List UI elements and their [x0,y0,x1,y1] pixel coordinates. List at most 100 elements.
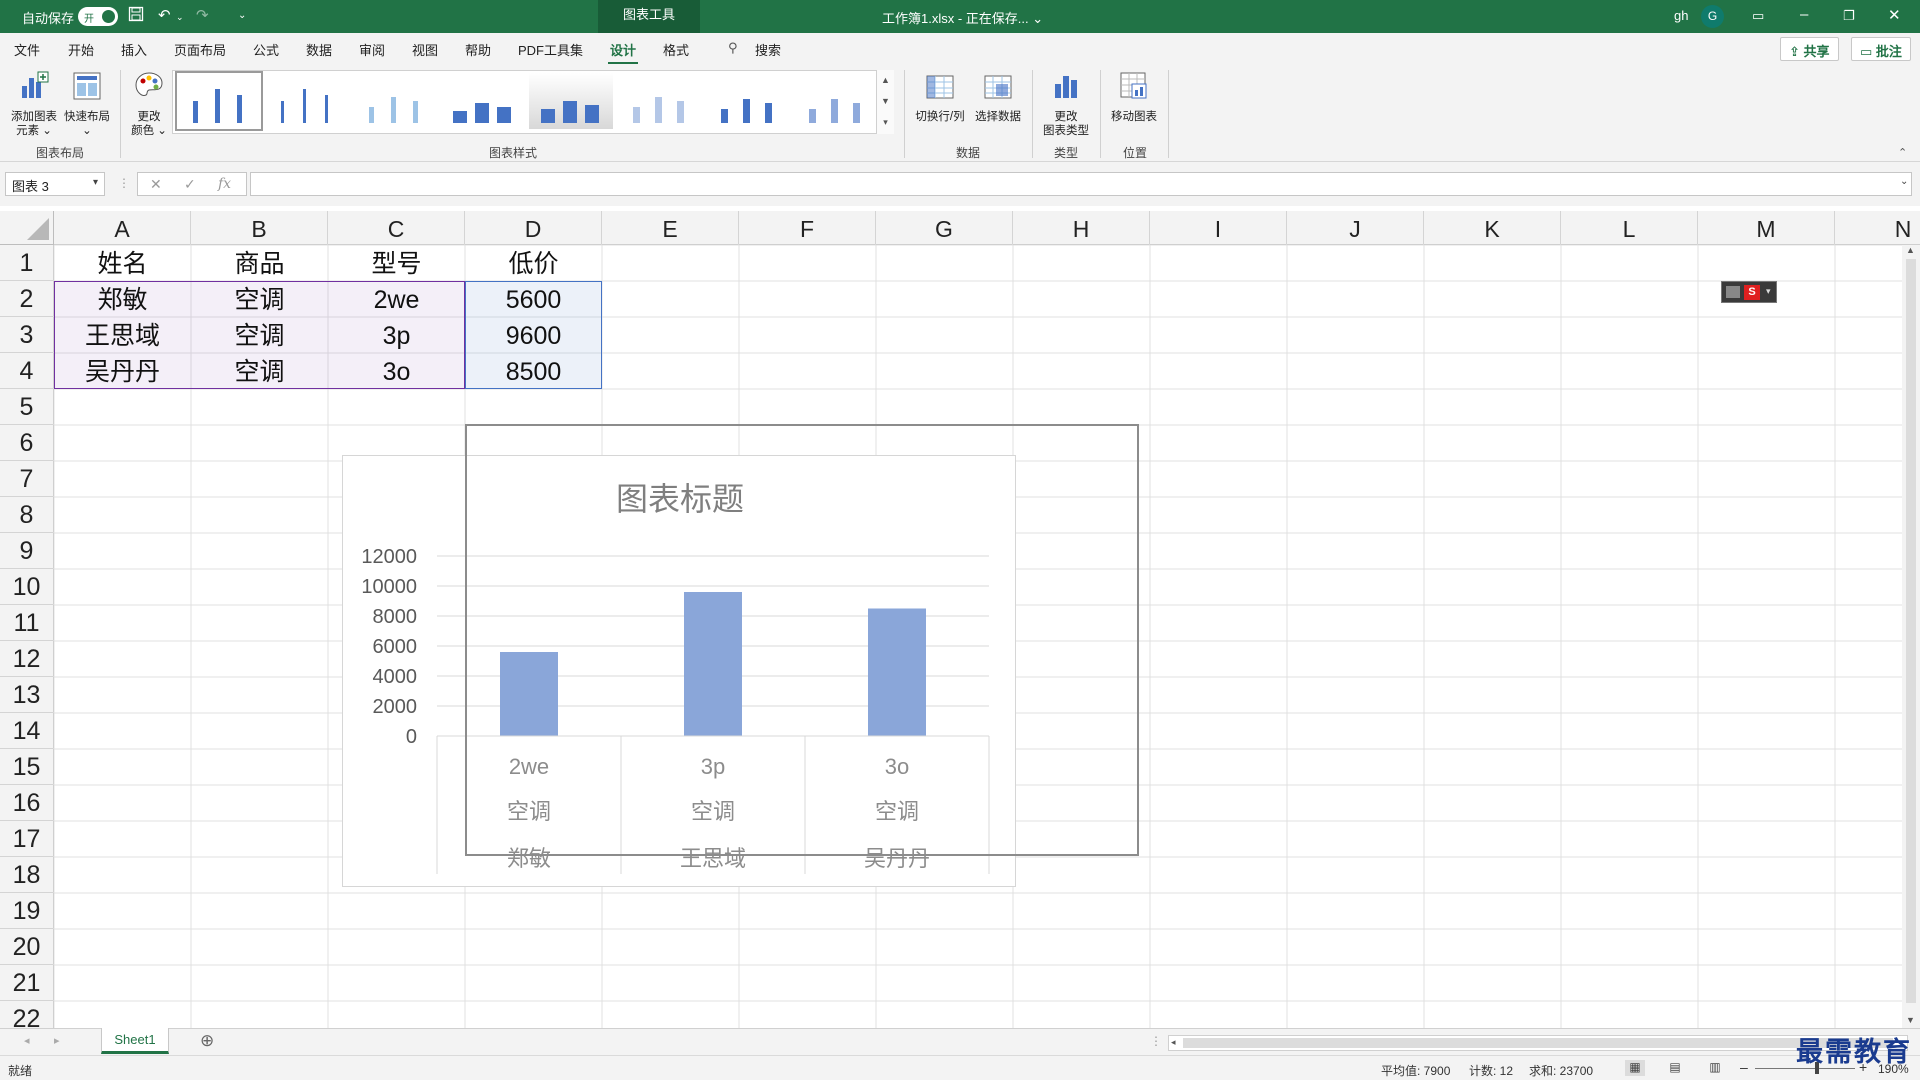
expand-formula-bar-icon[interactable]: ⌄ [1900,176,1908,187]
tab-splitter-icon[interactable]: ⋮ [1150,1034,1162,1048]
category-label[interactable]: 吴丹丹 [864,846,930,871]
cell-a4[interactable]: 吴丹丹 [54,353,191,389]
splitter-icon[interactable]: ⋮ [118,176,130,190]
page-layout-view-icon[interactable]: ▤ [1665,1060,1685,1076]
tab-pdf-tools[interactable]: PDF工具集 [518,40,583,59]
scroll-up-icon[interactable]: ▲ [1906,245,1915,255]
quick-layout-button[interactable]: 快速布局 ⌄ [62,70,112,138]
tab-format[interactable]: 格式 [663,40,689,59]
avatar[interactable]: G [1701,5,1724,28]
zoom-out-icon[interactable]: – [1740,1059,1748,1075]
chart-style-4[interactable] [441,73,525,129]
cell-b2[interactable]: 空调 [191,281,328,317]
customize-qat-icon[interactable]: ⌄ [238,10,246,21]
redo-icon[interactable]: ↷ [196,6,209,24]
y-tick-label[interactable]: 6000 [373,636,418,658]
undo-dropdown-icon[interactable]: ⌄ [176,12,184,23]
y-tick-label[interactable]: 2000 [373,696,418,718]
enter-icon[interactable]: ✓ [184,176,196,193]
tab-home[interactable]: 开始 [68,40,94,59]
add-sheet-icon[interactable]: ⊕ [200,1031,214,1051]
chart-plot[interactable]: 0 2000 4000 6000 8000 10000 12000 2we 空调郑敏 3p 空调王思… [343,456,1017,888]
cell-a2[interactable]: 郑敏 [54,281,191,317]
cell-d1[interactable]: 低价 [465,245,602,281]
cell-b1[interactable]: 商品 [191,245,328,281]
cell-a3[interactable]: 王思域 [54,317,191,353]
category-label[interactable]: 3o [885,754,909,779]
vertical-scrollbar[interactable]: ▲ ▼ [1902,245,1920,1029]
cell-d3[interactable]: 9600 [465,317,602,353]
category-label[interactable]: 3p [701,754,725,779]
page-break-view-icon[interactable]: ▥ [1705,1060,1725,1076]
cancel-icon[interactable]: ✕ [150,176,162,193]
cell-c3[interactable]: 3p [328,317,465,353]
tab-page-layout[interactable]: 页面布局 [174,40,226,59]
gallery-down-icon[interactable]: ▼ [877,91,894,112]
name-box[interactable]: 图表 3 ▾ [5,172,105,196]
document-title[interactable]: 工作簿1.xlsx - 正在保存... ⌄ [882,8,1043,27]
ime-toolbar[interactable]: S ▾ [1721,281,1777,303]
switch-row-column-button[interactable]: 切换行/列 [912,70,968,124]
gallery-scroll[interactable]: ▲ ▼ ▾ [876,70,894,134]
move-chart-button[interactable]: 移动图表 [1106,70,1162,124]
prev-sheet-icon[interactable]: ◂ [24,1034,30,1047]
cell-a1[interactable]: 姓名 [54,245,191,281]
sogou-s-icon[interactable]: S [1744,285,1760,300]
tab-data[interactable]: 数据 [306,40,332,59]
status-sum[interactable]: 求和: 23700 [1529,1062,1593,1079]
search-label[interactable]: 搜索 [755,40,781,59]
chart-bar[interactable] [500,652,558,736]
chart-bar[interactable] [684,592,742,736]
user-name[interactable]: gh [1674,8,1688,23]
minimize-icon[interactable]: – [1800,6,1808,23]
autosave-toggle[interactable]: 开 [78,7,118,26]
change-colors-button[interactable]: 更改 颜色 ⌄ [128,70,170,138]
tab-help[interactable]: 帮助 [465,40,491,59]
scroll-down-icon[interactable]: ▼ [1906,1015,1915,1025]
cell-c4[interactable]: 3o [328,353,465,389]
category-label[interactable]: 郑敏 [507,846,551,871]
y-tick-label[interactable]: 10000 [361,576,417,598]
add-chart-element-button[interactable]: 添加图表 元素 ⌄ [8,70,60,138]
y-tick-label[interactable]: 8000 [373,606,418,628]
chart-style-8[interactable] [793,73,877,129]
status-count[interactable]: 计数: 12 [1469,1062,1513,1079]
name-box-dropdown-icon[interactable]: ▾ [93,177,98,188]
chart-area[interactable]: 图表标题 0 2000 4000 6000 8000 10000 12000 2we 空调 郑敏 3… [342,455,1016,887]
horizontal-scroll-thumb[interactable] [1183,1038,1893,1048]
cell-b4[interactable]: 空调 [191,353,328,389]
chart-style-1[interactable] [175,71,263,131]
keyboard-icon[interactable] [1726,286,1740,298]
category-label[interactable]: 空调 [507,799,551,824]
y-tick-label[interactable]: 4000 [373,666,418,688]
select-data-button[interactable]: 选择数据 [970,70,1026,124]
change-chart-type-button[interactable]: 更改 图表类型 [1038,70,1094,138]
y-tick-label[interactable]: 12000 [361,546,417,568]
next-sheet-icon[interactable]: ▸ [54,1034,60,1047]
cell-d2[interactable]: 5600 [465,281,602,317]
save-icon[interactable] [128,6,144,26]
category-label[interactable]: 2we [509,754,549,779]
tab-design[interactable]: 设计 [607,40,639,65]
chart-style-6[interactable] [617,73,701,129]
tab-formulas[interactable]: 公式 [253,40,279,59]
chart-style-2[interactable] [265,73,349,129]
chart-bar[interactable] [868,608,926,737]
comments-button[interactable]: ▭ 批注 [1851,37,1911,61]
search-icon[interactable]: ⚲ [728,40,738,56]
cell-d4[interactable]: 8500 [465,353,602,389]
status-average[interactable]: 平均值: 7900 [1381,1062,1450,1079]
tab-file[interactable]: 文件 [14,40,40,59]
cell-c2[interactable]: 2we [328,281,465,317]
tab-insert[interactable]: 插入 [121,40,147,59]
undo-icon[interactable]: ↶ [158,6,171,24]
scroll-left-icon[interactable]: ◂ [1171,1037,1176,1048]
tab-review[interactable]: 审阅 [359,40,385,59]
gallery-up-icon[interactable]: ▲ [877,70,894,91]
chart-style-5[interactable] [529,73,613,129]
tab-view[interactable]: 视图 [412,40,438,59]
restore-icon[interactable]: ❐ [1843,8,1855,24]
chart-style-3[interactable] [353,73,437,129]
cell-c1[interactable]: 型号 [328,245,465,281]
insert-function-icon[interactable]: fx [218,176,231,192]
